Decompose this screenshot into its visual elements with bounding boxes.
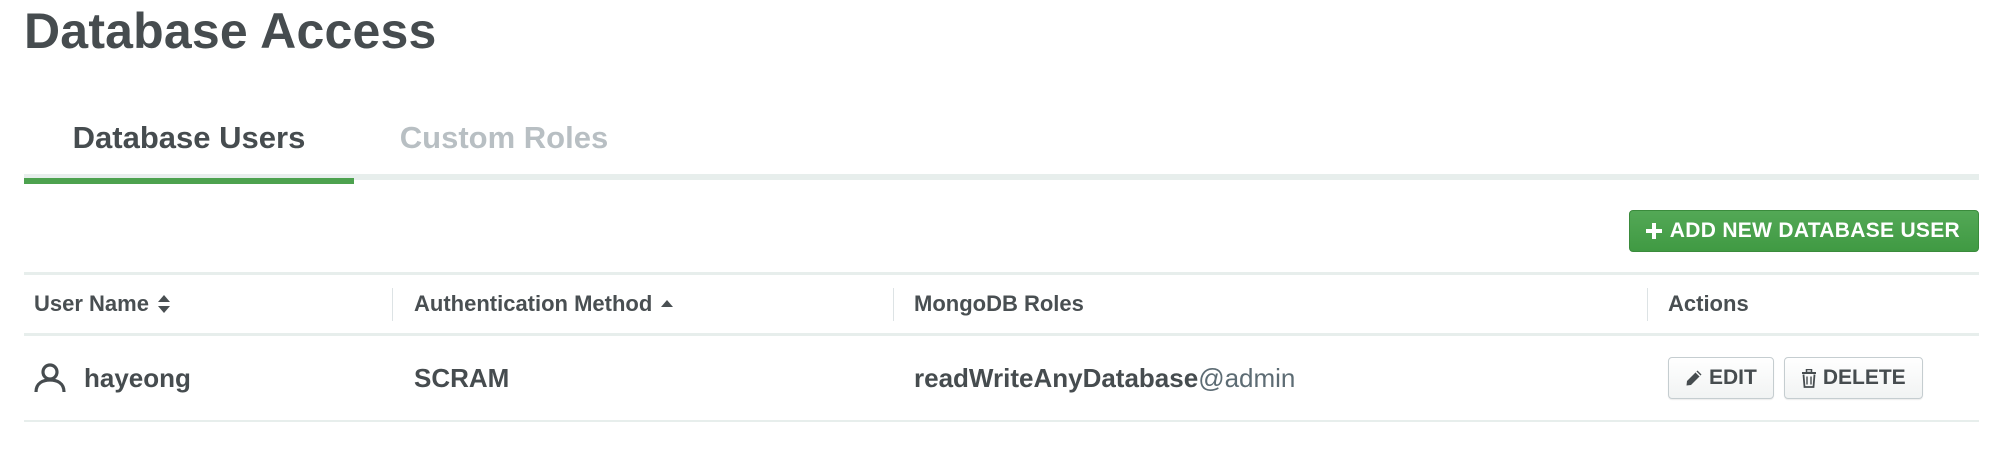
tab-database-users[interactable]: Database Users — [24, 120, 354, 184]
column-header-authentication-method[interactable]: Authentication Method — [414, 275, 674, 333]
column-divider — [1647, 288, 1648, 321]
plus-icon — [1645, 223, 1662, 239]
column-actions-label: Actions — [1668, 291, 1749, 316]
column-header-actions: Actions — [1668, 275, 1749, 333]
delete-button-label: DELETE — [1822, 366, 1906, 389]
tab-bar: Database Users Custom Roles — [24, 110, 1979, 184]
trash-icon — [1801, 368, 1817, 388]
role-name: readWriteAnyDatabase — [914, 362, 1199, 393]
column-divider — [392, 288, 393, 321]
tab-custom-roles[interactable]: Custom Roles — [354, 120, 654, 184]
mongodb-roles-cell: readWriteAnyDatabase @admin — [914, 336, 1295, 420]
page-title: Database Access — [24, 3, 437, 59]
role-database: @admin — [1198, 362, 1296, 393]
tab-custom-roles-label: Custom Roles — [399, 120, 609, 155]
tab-database-users-label: Database Users — [72, 120, 306, 155]
add-new-database-user-label: ADD NEW DATABASE USER — [1669, 219, 1960, 242]
authentication-method-cell: SCRAM — [414, 336, 509, 420]
sort-asc-icon[interactable] — [660, 299, 674, 309]
table-body: hayeong SCRAM readWriteAnyDatabase @admin… — [24, 336, 1979, 422]
edit-button[interactable]: EDIT — [1668, 357, 1774, 399]
column-authentication-method-label: Authentication Method — [414, 291, 653, 316]
column-header-mongodb-roles: MongoDB Roles — [914, 275, 1084, 333]
pencil-icon — [1685, 369, 1703, 387]
edit-button-label: EDIT — [1709, 366, 1757, 389]
column-divider — [893, 288, 894, 321]
user-icon — [34, 363, 66, 393]
column-header-user-name[interactable]: User Name — [34, 275, 171, 333]
database-users-table: User Name Authentication Method MongoDB … — [24, 272, 1979, 422]
user-name: hayeong — [84, 362, 191, 393]
sort-both-icon[interactable] — [157, 294, 171, 314]
column-user-name-label: User Name — [34, 291, 149, 316]
authentication-method-value: SCRAM — [414, 362, 510, 393]
table-header: User Name Authentication Method MongoDB … — [24, 272, 1979, 336]
column-mongodb-roles-label: MongoDB Roles — [914, 291, 1084, 316]
add-new-database-user-button[interactable]: ADD NEW DATABASE USER — [1628, 210, 1979, 252]
delete-button[interactable]: DELETE — [1783, 357, 1923, 399]
actions-cell: EDIT DELETE — [1668, 336, 1923, 420]
user-name-cell: hayeong — [34, 336, 191, 420]
table-row: hayeong SCRAM readWriteAnyDatabase @admin… — [24, 336, 1979, 422]
